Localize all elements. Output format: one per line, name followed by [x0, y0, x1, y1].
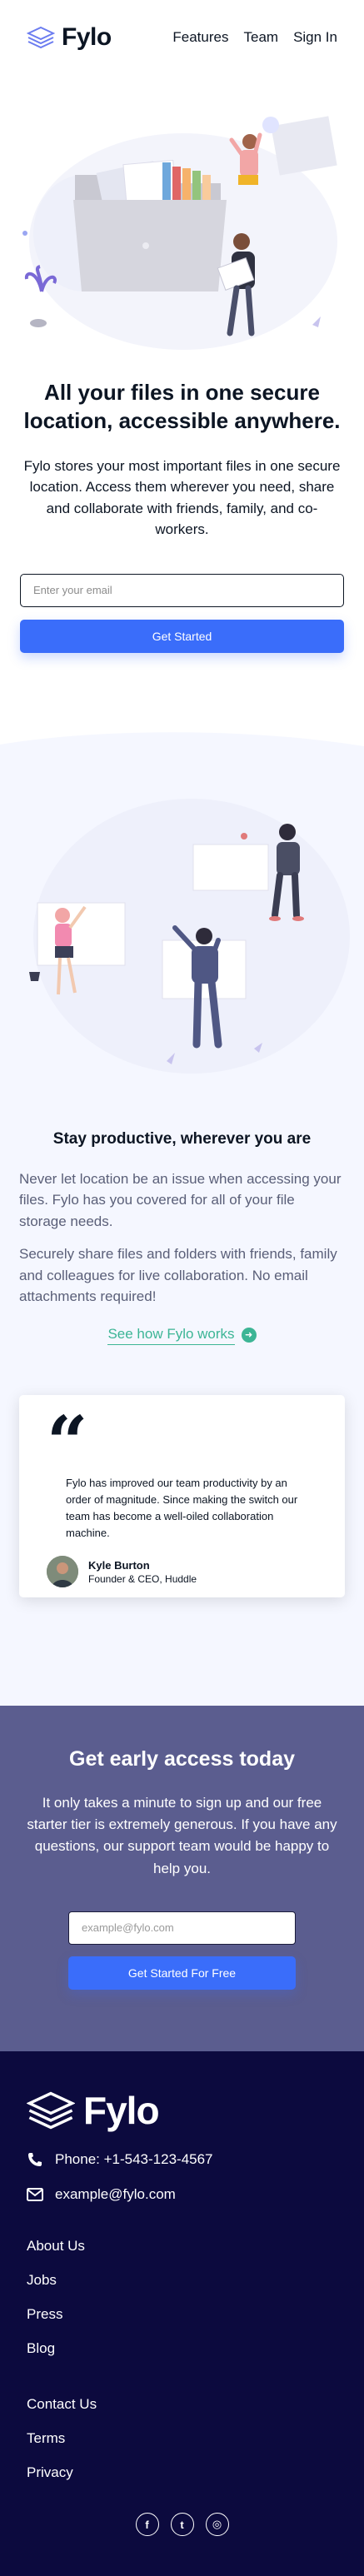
arrow-right-icon: ➜: [241, 1328, 257, 1343]
phone-text: Phone: +1-543-123-4567: [55, 2151, 213, 2167]
productive-para-1: Never let location be an issue when acce…: [19, 1170, 342, 1229]
testimonial-card: “ Fylo has improved our team productivit…: [19, 1394, 345, 1597]
social-links: f t ◎: [27, 2513, 337, 2536]
footer-links-2: Contact Us Terms Privacy: [27, 2396, 337, 2481]
email-text: example@fylo.com: [55, 2186, 176, 2202]
footer-phone: Phone: +1-543-123-4567: [27, 2151, 337, 2168]
footer-link-about[interactable]: About Us: [27, 2238, 337, 2255]
footer-link-contact[interactable]: Contact Us: [27, 2396, 337, 2413]
section-wave: [0, 727, 364, 746]
productive-title: Stay productive, wherever you are: [52, 1129, 312, 1148]
get-started-free-button[interactable]: Get Started For Free: [68, 1956, 296, 1990]
get-started-button[interactable]: Get Started: [20, 619, 344, 653]
instagram-icon[interactable]: ◎: [205, 2513, 229, 2536]
hero-text: Fylo stores your most important files in…: [23, 457, 341, 538]
footer-links-1: About Us Jobs Press Blog: [27, 2238, 337, 2357]
quote-icon: “: [47, 1400, 88, 1485]
avatar: [47, 1556, 78, 1588]
see-how-link[interactable]: See how Fylo works ➜: [0, 1326, 364, 1345]
footer-logo[interactable]: Fylo: [27, 2088, 337, 2133]
footer-link-blog[interactable]: Blog: [27, 2340, 337, 2357]
logo-text: Fylo: [62, 23, 112, 51]
footer-link-terms[interactable]: Terms: [27, 2430, 337, 2447]
logo-layers-icon: [27, 2091, 75, 2130]
see-how-link-text[interactable]: See how Fylo works: [107, 1326, 235, 1345]
footer-logo-text: Fylo: [83, 2089, 160, 2132]
author-title: Founder & CEO, Huddle: [88, 1572, 197, 1585]
footer-link-press[interactable]: Press: [27, 2306, 337, 2323]
logo[interactable]: Fylo: [27, 23, 112, 52]
footer-link-privacy[interactable]: Privacy: [27, 2464, 337, 2481]
hero-title: All your files in one secure location, a…: [23, 380, 341, 434]
productive-section: Stay productive, wherever you are Never …: [0, 727, 364, 1706]
nav-sign-in[interactable]: Sign In: [293, 29, 337, 46]
hero-illustration: [0, 75, 364, 358]
footer-email: example@fylo.com: [27, 2186, 337, 2203]
nav-features[interactable]: Features: [172, 29, 228, 46]
site-header: Fylo Features Team Sign In: [0, 0, 364, 75]
site-footer: Fylo Phone: +1-543-123-4567 example@fylo…: [0, 2051, 364, 2576]
cta-email-input[interactable]: example@fylo.com: [68, 1911, 296, 1945]
cta-title: Get early access today: [69, 1746, 295, 1771]
email-icon: [27, 2188, 43, 2201]
author-name: Kyle Burton: [88, 1558, 150, 1572]
testimonial-author: Kyle Burton Founder & CEO, Huddle: [47, 1556, 317, 1588]
hero-section: All your files in one secure location, a…: [0, 378, 364, 653]
phone-icon: [28, 2153, 42, 2166]
nav-team[interactable]: Team: [243, 29, 278, 46]
productive-para-2: Securely share files and folders with fr…: [19, 1246, 337, 1305]
testimonial-text: Fylo has improved our team productivity …: [66, 1476, 298, 1540]
main-nav: Features Team Sign In: [172, 29, 337, 46]
logo-layers-icon: [27, 26, 55, 49]
facebook-icon[interactable]: f: [135, 2513, 159, 2536]
twitter-icon[interactable]: t: [170, 2513, 194, 2536]
footer-link-jobs[interactable]: Jobs: [27, 2272, 337, 2289]
early-access-section: Get early access today It only takes a m…: [0, 1705, 364, 2051]
cta-text: It only takes a minute to sign up and ou…: [27, 1794, 337, 1876]
productive-illustration: [0, 761, 364, 1103]
hero-email-input[interactable]: Enter your email: [20, 573, 344, 607]
